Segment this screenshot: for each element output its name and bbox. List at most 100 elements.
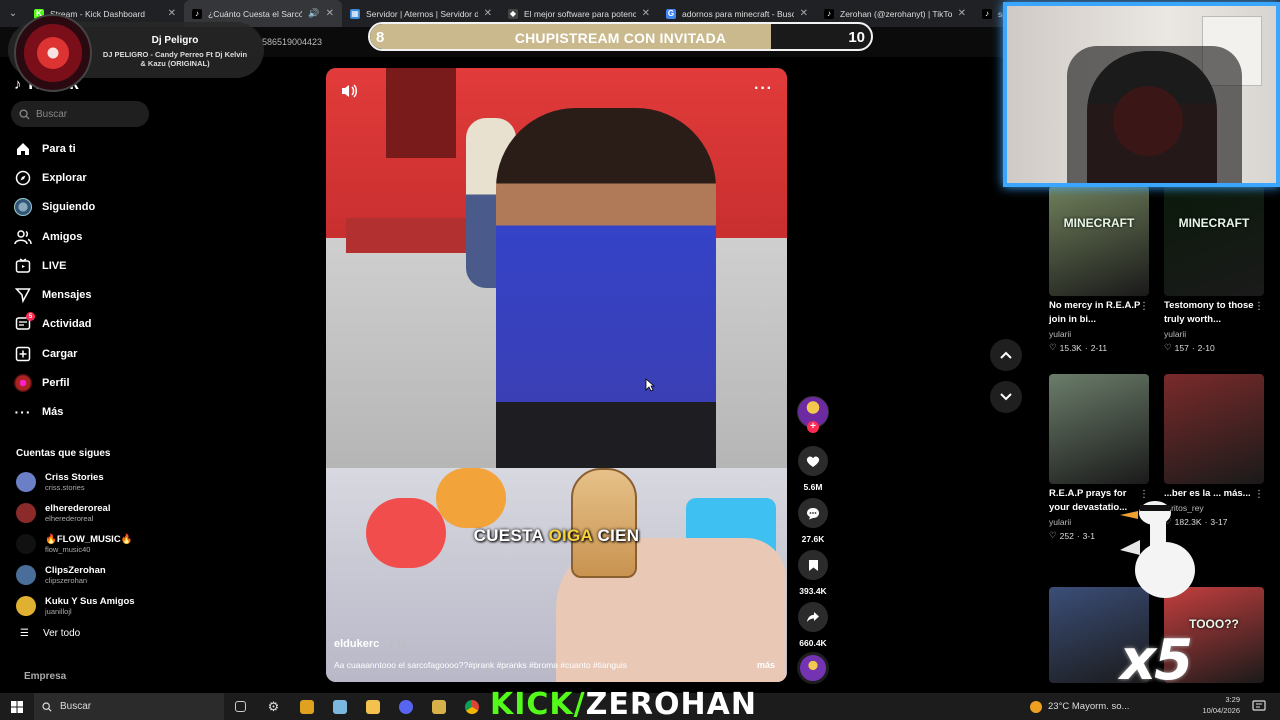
like-button[interactable]	[798, 446, 828, 476]
caption-end: CIEN	[592, 526, 640, 545]
sidebar-item-actividad[interactable]: 5 Actividad	[14, 310, 164, 339]
discord-icon[interactable]	[389, 693, 422, 720]
search-box[interactable]	[11, 101, 149, 127]
following-account[interactable]: Criss Stories criss.stories	[16, 467, 166, 498]
recommended-video-card[interactable]: MINECRAFT No mercy in R.E.A.P join in bi.…	[1049, 186, 1151, 353]
sidebar-item-cargar[interactable]: Cargar	[14, 339, 164, 368]
video-player[interactable]: CUESTA OIGA CIEN ··· eldukerc · 2-14 Aa c…	[326, 68, 787, 682]
following-heading: Cuentas que sigues	[16, 448, 111, 459]
card-menu-icon[interactable]: ⋮	[1254, 301, 1264, 312]
recommended-author: yularii	[1164, 329, 1187, 339]
webcam-streamer-face	[1113, 86, 1183, 156]
sidebar-item-mensajes[interactable]: Mensajes	[14, 280, 164, 309]
stream-goal-bar: 8 CHUPISTREAM CON INVITADA 10	[368, 22, 873, 51]
card-menu-icon[interactable]: ⋮	[1254, 489, 1264, 500]
sidebar-nav: Para ti Explorar Siguiendo Amigos LIVE Mensaj…	[14, 134, 164, 427]
sidebar-item-más[interactable]: ··· Más	[14, 398, 164, 427]
following-account-text: 🔥FLOW_MUSIC🔥 flow_music40	[45, 534, 133, 554]
sidebar-item-para-ti[interactable]: Para ti	[14, 134, 164, 163]
profile-avatar-icon	[14, 374, 32, 393]
file-explorer-icon[interactable]	[356, 693, 389, 720]
sidebar-item-label: Más	[42, 406, 64, 419]
account-name: Criss Stories	[45, 472, 104, 484]
music-disc-icon[interactable]	[797, 652, 829, 684]
recommended-likes: 157	[1174, 342, 1189, 353]
sidebar-item-perfil[interactable]: Perfil	[14, 368, 164, 397]
video-author[interactable]: eldukerc · 2-14	[334, 638, 407, 650]
like-count: 5.6M	[803, 482, 823, 492]
more-description-button[interactable]: más	[757, 660, 775, 670]
tab-audio-icon[interactable]: 🔊	[308, 8, 319, 19]
chevron-up-icon	[1000, 351, 1012, 359]
video-scene-toy	[436, 468, 506, 528]
tab-close-icon[interactable]: ✕	[326, 8, 334, 19]
tab-close-icon[interactable]: ✕	[168, 8, 176, 19]
app-icon[interactable]	[323, 693, 356, 720]
tab-search-chevron-icon[interactable]: ⌄	[0, 0, 26, 27]
previous-video-button[interactable]	[990, 339, 1022, 371]
tab-close-icon[interactable]: ✕	[800, 8, 808, 19]
video-thumbnail[interactable]: MINECRAFT	[1164, 186, 1264, 296]
sidebar-item-label: LIVE	[42, 259, 67, 272]
sidebar-item-amigos[interactable]: Amigos	[14, 222, 164, 251]
tab-close-icon[interactable]: ✕	[958, 8, 966, 19]
send-icon	[14, 286, 32, 304]
recommended-likes: 15.3K	[1059, 342, 1082, 353]
list-icon: ☰	[20, 628, 29, 639]
follow-plus-icon[interactable]: +	[807, 421, 819, 433]
address-fragment: 586519004423	[262, 37, 323, 47]
video-thumbnail[interactable]	[1164, 374, 1264, 484]
next-video-button[interactable]	[990, 381, 1022, 413]
video-thumbnail[interactable]	[1049, 374, 1149, 484]
recommended-video-card[interactable]: MINECRAFT Testomony to those truly worth.…	[1164, 186, 1266, 353]
sidebar-item-label: Siguiendo	[42, 201, 96, 214]
taskbar-search[interactable]: Buscar	[34, 693, 224, 720]
following-account[interactable]: 🔥FLOW_MUSIC🔥 flow_music40	[16, 529, 166, 560]
thumbnail-text: MINECRAFT	[1178, 216, 1250, 230]
video-thumbnail[interactable]: MINECRAFT	[1049, 186, 1149, 296]
tab-close-icon[interactable]: ✕	[484, 8, 492, 19]
tab-favicon-icon: ▦	[350, 8, 360, 19]
taskbar-clock[interactable]: 3:29 10/04/2026	[1200, 694, 1240, 716]
following-account[interactable]: Kuku Y Sus Amigos juanillojl	[16, 590, 166, 621]
avatar	[16, 564, 36, 585]
tab-close-icon[interactable]: ✕	[642, 8, 650, 19]
chrome-icon[interactable]	[455, 693, 488, 720]
card-menu-icon[interactable]: ⋮	[1139, 301, 1149, 312]
see-all-button[interactable]: ☰ Ver todo	[20, 628, 80, 639]
task-view-icon[interactable]	[224, 693, 257, 720]
weather-sun-icon	[1030, 700, 1042, 713]
settings-gear-icon[interactable]: ⚙	[257, 693, 290, 720]
share-button[interactable]	[798, 602, 828, 632]
sidebar-item-label: Actividad	[42, 318, 92, 331]
following-account[interactable]: elherederoreal elherederoreal	[16, 498, 166, 529]
start-button[interactable]	[0, 693, 34, 720]
footer-company-link[interactable]: Empresa	[24, 671, 66, 682]
account-name: 🔥FLOW_MUSIC🔥	[45, 533, 133, 545]
more-options-icon[interactable]: ···	[754, 80, 773, 98]
vinyl-disc-icon	[14, 14, 92, 92]
save-button[interactable]	[798, 550, 828, 580]
taskbar-weather[interactable]: 23°C Mayorm. so...	[1030, 693, 1129, 720]
comment-icon	[807, 507, 819, 519]
windows-logo-icon	[11, 700, 23, 713]
notification-icon[interactable]	[1252, 699, 1266, 713]
search-input[interactable]	[36, 108, 136, 120]
notification-badge: 5	[26, 312, 35, 322]
app-bolt-icon[interactable]	[422, 693, 455, 720]
screen: ⌄ K Stream - Kick Dashboard ✕ ♪ ¿Cuánto Cues…	[0, 0, 1280, 720]
goal-end-value: 10	[848, 29, 865, 46]
comment-button[interactable]	[798, 498, 828, 528]
volume-icon[interactable]	[340, 82, 358, 100]
media-player-icon[interactable]	[290, 693, 323, 720]
video-scene-door	[386, 68, 456, 158]
sidebar-item-live[interactable]: LIVE	[14, 251, 164, 280]
sidebar-item-explorar[interactable]: Explorar	[14, 163, 164, 192]
following-account[interactable]: ClipsZerohan clipszerohan	[16, 559, 166, 590]
tab-title: Servidor | Aternos | Servidor de	[366, 8, 478, 19]
thumbnail-text: MINECRAFT	[1063, 216, 1135, 230]
tab-favicon-icon: ♪	[982, 8, 992, 19]
heart-outline-icon: ♡	[1049, 530, 1057, 540]
sidebar-item-siguiendo[interactable]: Siguiendo	[14, 193, 164, 222]
avatar	[16, 595, 36, 616]
